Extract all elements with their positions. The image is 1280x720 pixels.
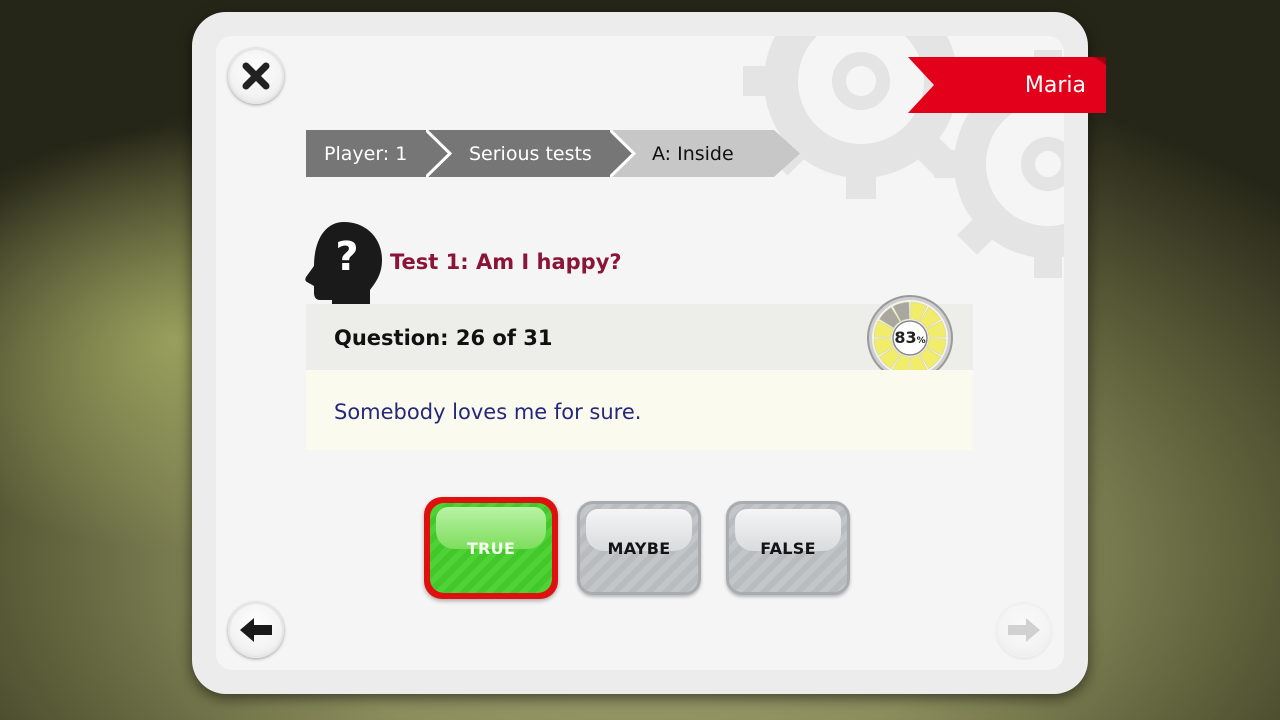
answer-maybe-button[interactable]: MAYBE bbox=[577, 501, 701, 595]
question-counter: Question: 26 of 31 bbox=[334, 326, 553, 350]
next-button[interactable] bbox=[996, 602, 1052, 658]
breadcrumb: Player: 1 Serious tests A: Inside bbox=[306, 130, 806, 177]
back-button[interactable] bbox=[228, 602, 284, 658]
progress-ring: 83% bbox=[866, 294, 954, 382]
answer-false-button[interactable]: FALSE bbox=[726, 501, 850, 595]
breadcrumb-item-category[interactable]: Serious tests bbox=[426, 130, 638, 177]
arrow-right-icon bbox=[1008, 618, 1040, 642]
player-name: Maria bbox=[1024, 73, 1086, 98]
svg-text:?: ? bbox=[335, 234, 358, 280]
statement-box: Somebody loves me for sure. bbox=[306, 370, 973, 450]
progress-percent: 83% bbox=[894, 328, 926, 347]
close-icon bbox=[242, 62, 270, 90]
head-question-icon: ? bbox=[305, 222, 382, 310]
player-name-banner: Maria bbox=[908, 57, 1106, 113]
breadcrumb-item-section[interactable]: A: Inside bbox=[610, 130, 800, 177]
question-statement: Somebody loves me for sure. bbox=[334, 400, 642, 424]
test-title: Test 1: Am I happy? bbox=[390, 250, 622, 274]
arrow-left-icon bbox=[240, 618, 272, 642]
close-button[interactable] bbox=[228, 48, 284, 104]
answer-true-button[interactable]: TRUE bbox=[424, 497, 558, 599]
